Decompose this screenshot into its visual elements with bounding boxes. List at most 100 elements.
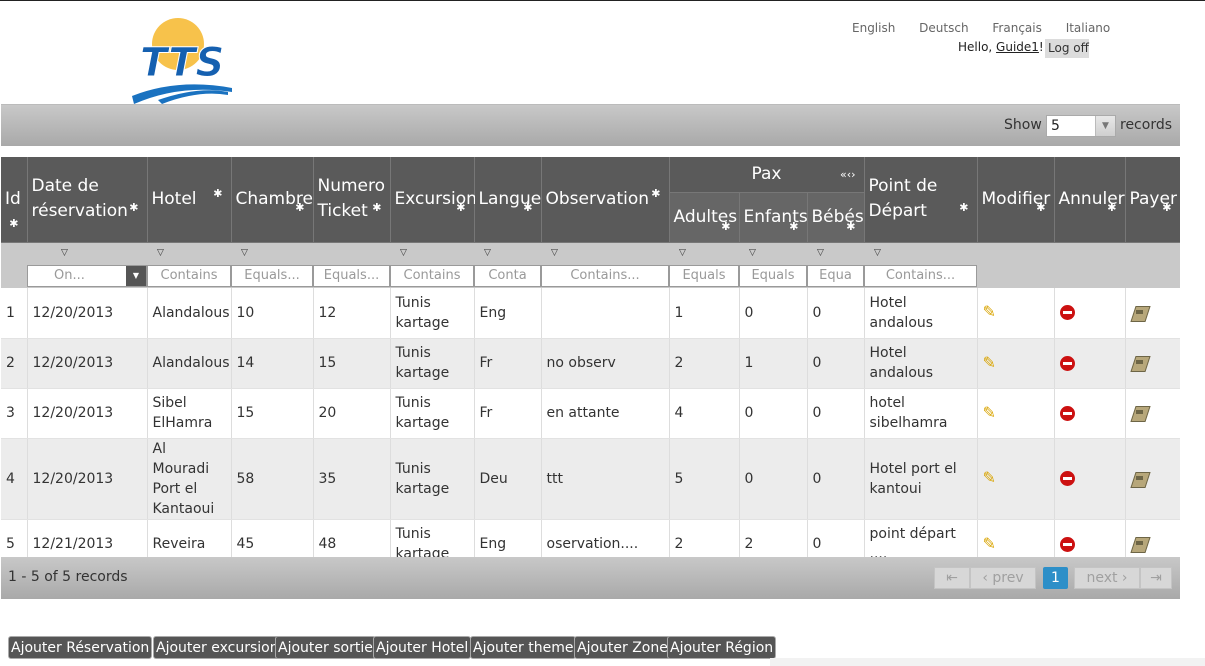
- settings-icon[interactable]: ✱: [789, 214, 798, 239]
- cancel-icon[interactable]: [1059, 355, 1075, 371]
- page-number-button[interactable]: 1: [1043, 567, 1068, 589]
- hotel-filter-input[interactable]: Contains: [147, 265, 231, 287]
- pencil-icon[interactable]: ✎: [983, 403, 996, 422]
- money-icon[interactable]: [1131, 354, 1147, 372]
- filter-icon[interactable]: ▽: [27, 242, 147, 264]
- cancel-icon[interactable]: [1059, 405, 1075, 421]
- col-header-date[interactable]: Date de réservation ✱: [27, 157, 148, 243]
- add-sortie-button[interactable]: Ajouter sortie: [275, 636, 376, 659]
- lang-deutsch[interactable]: Deutsch: [919, 21, 968, 35]
- settings-icon[interactable]: ✱: [456, 195, 465, 220]
- table-row[interactable]: 2 12/20/2013 Alandalous 14 15 Tunis kart…: [1, 338, 1181, 389]
- settings-icon[interactable]: ✱: [651, 181, 660, 206]
- filter-icon[interactable]: ▽: [807, 242, 865, 264]
- col-header-langue[interactable]: Langue ✱: [474, 157, 542, 243]
- enfants-filter-input[interactable]: Equals: [739, 265, 807, 287]
- add-region-button[interactable]: Ajouter Région: [667, 636, 777, 659]
- col-header-observation[interactable]: Observation ✱: [541, 157, 670, 243]
- collapse-group-icon[interactable]: «‹›: [840, 162, 856, 187]
- settings-icon[interactable]: ✱: [372, 195, 381, 220]
- col-header-modifier[interactable]: Modifier ✱: [977, 157, 1055, 243]
- filter-icon[interactable]: ▽: [541, 242, 669, 264]
- filter-icon[interactable]: ▽: [390, 242, 474, 264]
- col-header-enfants[interactable]: Enfants ✱: [739, 192, 808, 243]
- table-row[interactable]: 4 12/20/2013 Al Mouradi Port el Kantaoui…: [1, 438, 1181, 520]
- col-header-date-label: Date de réservation: [31, 176, 128, 222]
- username-link[interactable]: Guide1: [996, 40, 1039, 54]
- col-header-excursion[interactable]: Excursion ✱: [390, 157, 477, 243]
- settings-icon[interactable]: ✱: [213, 181, 222, 206]
- lang-italiano[interactable]: Italiano: [1066, 21, 1111, 35]
- add-theme-button[interactable]: Ajouter theme: [470, 636, 577, 659]
- pencil-icon[interactable]: ✎: [983, 353, 996, 372]
- observation-filter-input[interactable]: Contains...: [541, 265, 669, 287]
- add-excursion-button[interactable]: Ajouter excursion: [153, 636, 282, 659]
- settings-icon[interactable]: ✱: [1162, 195, 1171, 220]
- col-header-hotel[interactable]: Hotel ✱: [147, 157, 232, 243]
- cell-excursion: Tunis kartage: [390, 288, 475, 339]
- col-header-adultes[interactable]: Adultes ✱: [669, 192, 740, 243]
- last-page-button[interactable]: ⇥: [1140, 567, 1172, 589]
- prev-page-button[interactable]: ‹ prev: [970, 567, 1036, 589]
- chevron-down-icon[interactable]: ▼: [1095, 116, 1115, 136]
- add-reservation-button[interactable]: Ajouter Réservation: [8, 636, 153, 659]
- bebes-filter-input[interactable]: Equa: [807, 265, 865, 287]
- col-header-bebes-label: Bébés: [811, 206, 864, 227]
- depart-filter-input[interactable]: Contains...: [864, 265, 978, 287]
- money-icon[interactable]: [1131, 470, 1147, 488]
- date-filter-input[interactable]: On... ▼: [27, 265, 147, 287]
- col-header-ticket[interactable]: Numero Ticket ✱: [313, 157, 391, 243]
- cancel-icon[interactable]: [1059, 536, 1075, 552]
- col-header-annuler[interactable]: Annuler ✱: [1054, 157, 1126, 243]
- settings-icon[interactable]: ✱: [1036, 195, 1045, 220]
- lang-english[interactable]: English: [852, 21, 895, 35]
- table-row[interactable]: 3 12/20/2013 Sibel ElHamra 15 20 Tunis k…: [1, 388, 1181, 439]
- pencil-icon[interactable]: ✎: [983, 468, 996, 487]
- cell-enfants: 1: [739, 338, 808, 389]
- tts-logo: TTS: [132, 18, 232, 104]
- col-header-depart[interactable]: Point de Départ ✱: [864, 157, 978, 243]
- cell-adultes: 2: [669, 338, 740, 389]
- col-header-payer[interactable]: Payer ✱: [1125, 157, 1181, 243]
- lang-francais[interactable]: Français: [992, 21, 1041, 35]
- cell-annuler: [1054, 288, 1126, 339]
- logoff-button[interactable]: Log off: [1045, 39, 1089, 58]
- table-row[interactable]: 1 12/20/2013 Alandalous 10 12 Tunis kart…: [1, 288, 1181, 339]
- col-header-chambre[interactable]: Chambre ✱: [231, 157, 314, 243]
- col-header-id[interactable]: Id ✱: [1, 157, 28, 243]
- filter-icon[interactable]: ▽: [864, 242, 978, 264]
- settings-icon[interactable]: ✱: [9, 211, 18, 236]
- settings-icon[interactable]: ✱: [959, 195, 968, 220]
- ticket-filter-input[interactable]: Equals...: [313, 265, 390, 287]
- filter-icon[interactable]: ▽: [474, 242, 541, 264]
- money-icon[interactable]: [1131, 535, 1147, 553]
- chambre-filter-input[interactable]: Equals...: [231, 265, 313, 287]
- chevron-down-icon[interactable]: ▼: [126, 266, 146, 286]
- money-icon[interactable]: [1131, 304, 1147, 322]
- settings-icon[interactable]: ✱: [1107, 195, 1116, 220]
- money-icon[interactable]: [1131, 404, 1147, 422]
- settings-icon[interactable]: ✱: [523, 195, 532, 220]
- settings-icon[interactable]: ✱: [846, 214, 855, 239]
- adultes-filter-input[interactable]: Equals: [669, 265, 739, 287]
- add-zone-button[interactable]: Ajouter Zone: [574, 636, 671, 659]
- filter-icon[interactable]: ▽: [739, 242, 807, 264]
- col-header-bebes[interactable]: Bébés ✱: [807, 192, 865, 243]
- page-size-select[interactable]: 5 ▼: [1046, 115, 1116, 137]
- filter-icon[interactable]: ▽: [669, 242, 739, 264]
- pencil-icon[interactable]: ✎: [983, 302, 996, 321]
- settings-icon[interactable]: ✱: [295, 195, 304, 220]
- settings-icon[interactable]: ✱: [721, 214, 730, 239]
- add-hotel-button[interactable]: Ajouter Hotel: [373, 636, 472, 659]
- cancel-icon[interactable]: [1059, 471, 1075, 486]
- settings-icon[interactable]: ✱: [129, 195, 138, 220]
- next-page-button[interactable]: next ›: [1074, 567, 1140, 589]
- langue-filter-input[interactable]: Conta: [474, 265, 541, 287]
- cell-date: 12/20/2013: [27, 388, 148, 439]
- cancel-icon[interactable]: [1059, 305, 1075, 321]
- pencil-icon[interactable]: ✎: [983, 534, 996, 553]
- filter-icon[interactable]: ▽: [147, 242, 231, 264]
- excursion-filter-input[interactable]: Contains: [390, 265, 474, 287]
- first-page-button[interactable]: ⇤: [934, 567, 970, 589]
- filter-icon[interactable]: ▽: [231, 242, 313, 264]
